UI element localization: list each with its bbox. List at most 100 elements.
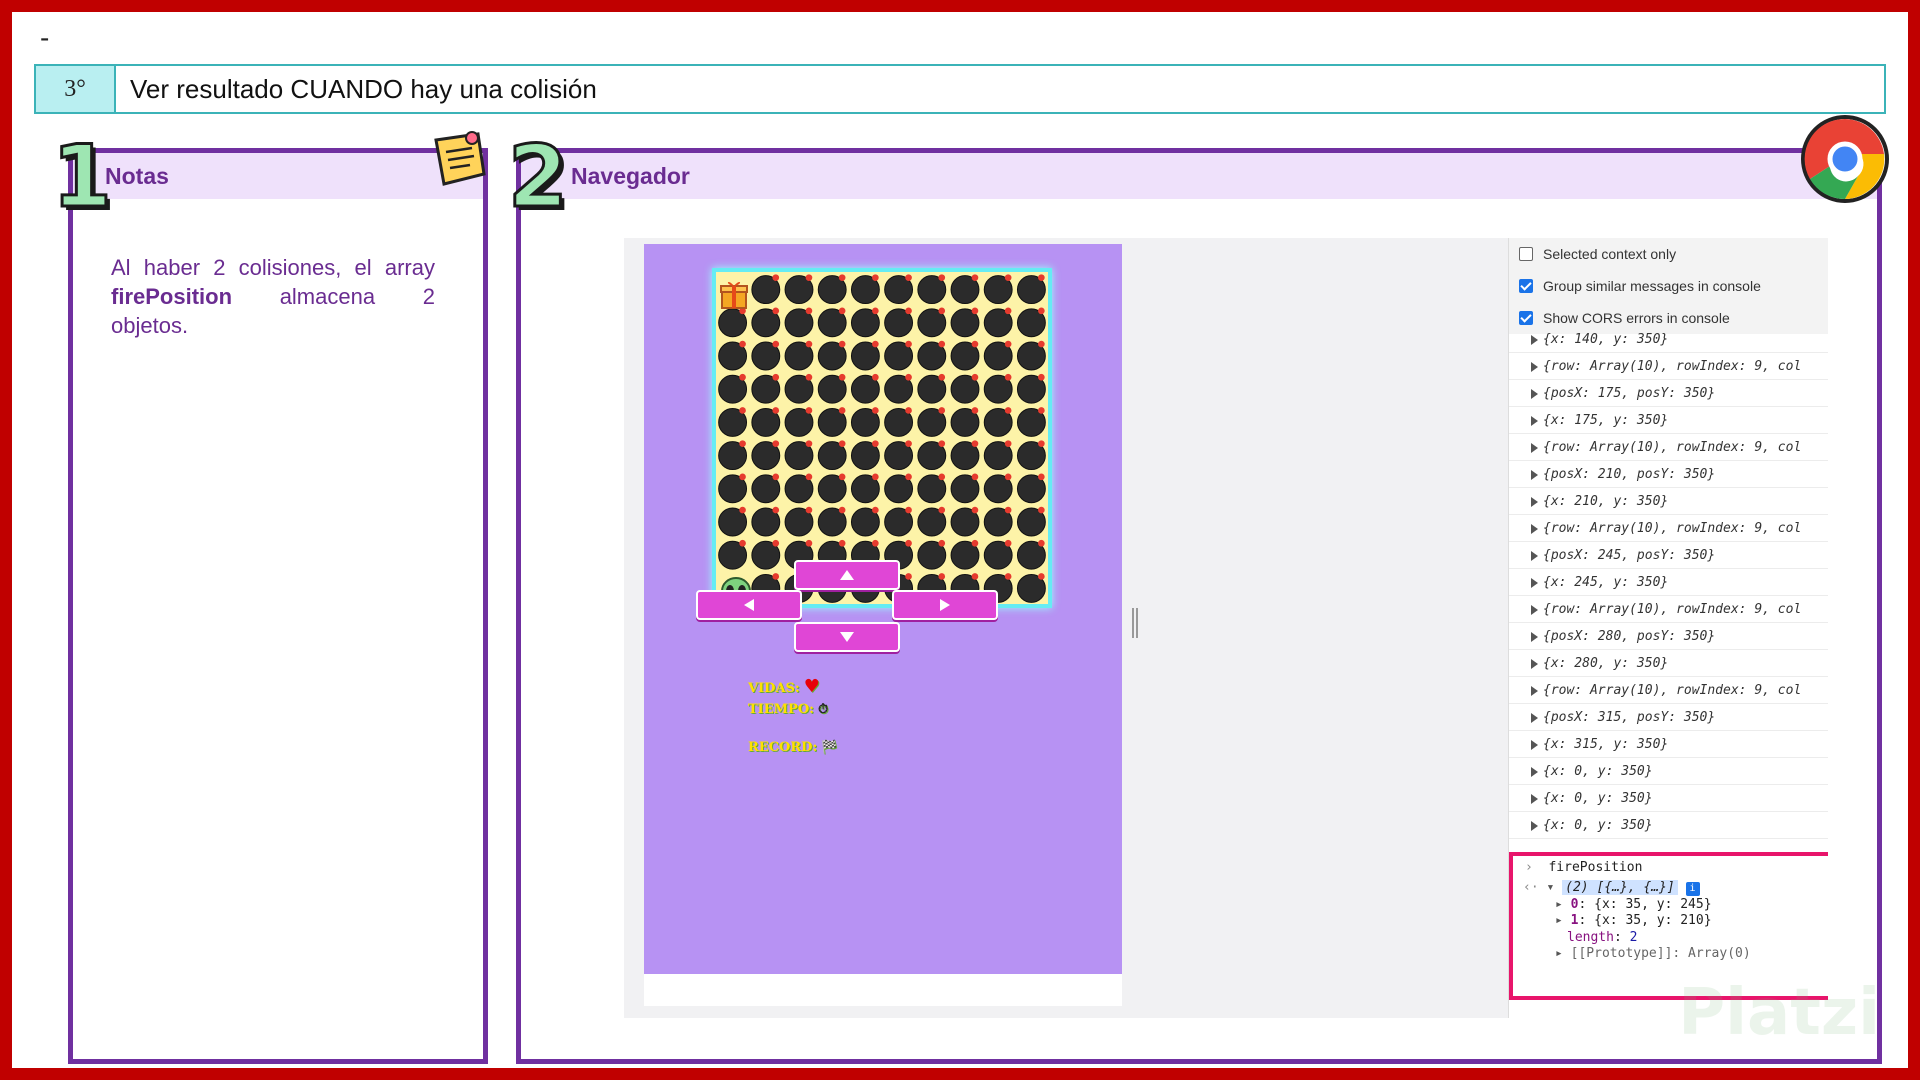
bomb-icon (917, 307, 947, 338)
bomb-icon (950, 307, 980, 338)
step-title: Ver resultado CUANDO hay una colisión (130, 73, 597, 104)
checkbox-selected-context[interactable] (1519, 247, 1533, 261)
bomb-icon (850, 340, 880, 371)
up-button[interactable] (794, 560, 900, 590)
gift-icon (720, 281, 748, 309)
console-log-row[interactable]: {x: 0, y: 350} (1509, 812, 1828, 839)
down-button[interactable] (794, 622, 900, 652)
bomb-icon (817, 506, 847, 537)
bomb-icon (817, 274, 847, 305)
bomb-icon (850, 506, 880, 537)
bomb-icon (917, 506, 947, 537)
bomb-icon (884, 407, 914, 437)
console-log-list: {x: 140, y: 350} {row: Array(10), rowInde… (1509, 326, 1828, 839)
prototype-value: [[Prototype]]: Array(0) (1570, 946, 1751, 961)
console-log-row[interactable]: {x: 140, y: 350} (1509, 326, 1828, 353)
pane-resize-handle[interactable] (1132, 608, 1138, 638)
console-log-row[interactable]: {posX: 280, posY: 350} (1509, 623, 1828, 650)
bomb-icon (784, 274, 814, 305)
setting-selected-context[interactable]: Selected context only (1509, 238, 1828, 270)
bomb-icon (917, 274, 947, 305)
browser-screenshot: VIDAS: ♥ TIEMPO: ⏱ RECORD: 🏁 Selected conte… (624, 238, 1828, 1018)
bomb-icon (817, 440, 847, 471)
item-1-value: {x: 35, y: 210} (1594, 913, 1712, 928)
console-log-row[interactable]: {posX: 315, posY: 350} (1509, 704, 1828, 731)
bomb-icon (751, 340, 781, 371)
console-log-row[interactable]: {x: 175, y: 350} (1509, 407, 1828, 434)
right-button[interactable] (892, 590, 998, 620)
bomb-icon (784, 506, 814, 537)
console-log-row[interactable]: {row: Array(10), rowIndex: 9, col (1509, 677, 1828, 704)
length-label: length (1567, 930, 1614, 945)
console-log-row[interactable]: {x: 245, y: 350} (1509, 569, 1828, 596)
badge-2: 2 (507, 127, 570, 227)
result-item-0[interactable]: ▸ 0: {x: 35, y: 245} (1555, 897, 1712, 912)
bomb-icon (784, 440, 814, 471)
bomb-icon (917, 539, 947, 570)
bomb-icon (950, 473, 980, 504)
bomb-grid (718, 274, 1046, 603)
notes-text: Al haber 2 colisiones, el array firePosi… (111, 253, 435, 340)
checkered-flag-icon: 🏁 (821, 740, 838, 755)
bomb-icon (917, 340, 947, 371)
bomb-icon (850, 373, 880, 404)
console-log-row[interactable]: {x: 315, y: 350} (1509, 731, 1828, 758)
bomb-icon (1016, 373, 1046, 404)
console-log-row[interactable]: {row: Array(10), rowIndex: 9, col (1509, 434, 1828, 461)
result-prototype[interactable]: ▸ [[Prototype]]: Array(0) (1555, 946, 1751, 961)
stopwatch-icon: ⏱ (817, 702, 829, 717)
console-log-row[interactable]: {row: Array(10), rowIndex: 9, col (1509, 596, 1828, 623)
bomb-icon (751, 473, 781, 504)
console-log-row[interactable]: {row: Array(10), rowIndex: 9, col (1509, 353, 1828, 380)
game-board (712, 268, 1052, 608)
console-result-line[interactable]: ‹· ▾ (2) [{…}, {…}] i (1523, 880, 1700, 896)
console-log-row[interactable]: {x: 0, y: 350} (1509, 758, 1828, 785)
tiempo-label: TIEMPO: (748, 702, 814, 717)
info-icon: i (1685, 882, 1700, 896)
bomb-icon (718, 407, 748, 437)
bomb-icon (983, 373, 1013, 404)
bomb-icon (784, 407, 814, 437)
bomb-icon (884, 373, 914, 404)
bomb-icon (751, 373, 781, 404)
console-log-row[interactable]: {x: 210, y: 350} (1509, 488, 1828, 515)
bomb-icon (817, 307, 847, 338)
setting-label: Show CORS errors in console (1543, 310, 1730, 326)
checkbox-group-similar[interactable] (1519, 279, 1533, 293)
bomb-icon (718, 506, 748, 537)
step-bar: 3° Ver resultado CUANDO hay una colisión (34, 64, 1886, 114)
setting-group-similar[interactable]: Group similar messages in console (1509, 270, 1828, 302)
notes-panel: Notas Al haber 2 colisiones, el array fi… (68, 148, 488, 1064)
console-log-row[interactable]: {x: 0, y: 350} (1509, 785, 1828, 812)
bomb-icon (884, 340, 914, 371)
devtools-console: Selected context only Group similar mess… (1508, 238, 1828, 1018)
notes-header: Notas (73, 153, 483, 199)
bomb-icon (817, 373, 847, 404)
left-button[interactable] (696, 590, 802, 620)
bomb-icon (784, 473, 814, 504)
console-log-row[interactable]: {posX: 210, posY: 350} (1509, 461, 1828, 488)
bomb-icon (950, 407, 980, 437)
setting-label: Selected context only (1543, 246, 1677, 262)
bomb-icon (1016, 506, 1046, 537)
checkbox-cors-errors[interactable] (1519, 311, 1533, 325)
bomb-icon (817, 340, 847, 371)
bomb-icon (950, 539, 980, 570)
hud-vidas: VIDAS: ♥ (748, 676, 820, 697)
bomb-icon (718, 440, 748, 471)
bomb-icon (983, 440, 1013, 471)
console-log-row[interactable]: {posX: 175, posY: 350} (1509, 380, 1828, 407)
bomb-icon (983, 506, 1013, 537)
console-log-row[interactable]: {posX: 245, posY: 350} (1509, 542, 1828, 569)
bomb-icon (751, 274, 781, 305)
bomb-icon (950, 506, 980, 537)
result-length: length: 2 (1567, 930, 1638, 945)
result-summary: (2) [{…}, {…}] (1562, 880, 1678, 895)
result-item-1[interactable]: ▸ 1: {x: 35, y: 210} (1555, 913, 1712, 928)
notes-text-bold: firePosition (111, 284, 233, 309)
console-log-row[interactable]: {row: Array(10), rowIndex: 9, col (1509, 515, 1828, 542)
platzi-watermark: Platzi (1678, 976, 1880, 1050)
hud-tiempo: TIEMPO: ⏱ (748, 702, 828, 717)
sticky-note-icon (434, 131, 486, 186)
console-log-row[interactable]: {x: 280, y: 350} (1509, 650, 1828, 677)
